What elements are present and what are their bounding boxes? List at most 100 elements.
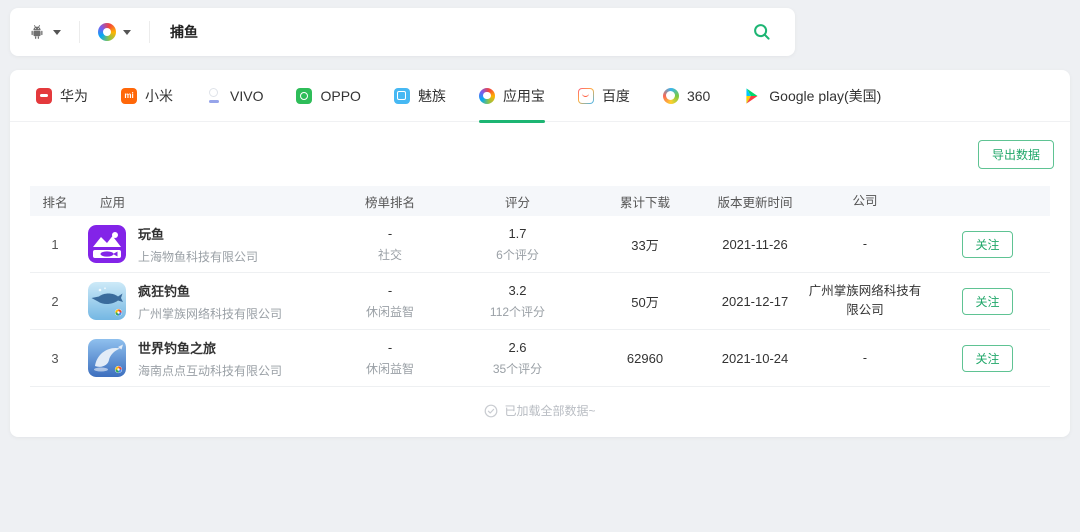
app-developer: 上海物鱼科技有限公司 xyxy=(138,249,259,264)
header-rating: 评分 xyxy=(504,195,530,210)
list-rank-cell: - 休闲益智 xyxy=(330,283,450,320)
category-label: 社交 xyxy=(377,247,402,262)
tab-label: OPPO xyxy=(320,87,361,104)
list-rank-cell: - 休闲益智 xyxy=(330,340,450,377)
store-select[interactable] xyxy=(80,23,149,41)
app-icon-wanyu xyxy=(88,225,126,263)
header-app: 应用 xyxy=(100,195,126,210)
tab-baidu[interactable]: 百度 xyxy=(578,70,630,122)
rank-cell: 2 xyxy=(51,293,59,309)
company-cell: 广州掌族网络科技有限公司 xyxy=(808,284,922,317)
header-updated: 版本更新时间 xyxy=(717,195,793,210)
header-downloads: 累计下载 xyxy=(619,195,670,210)
rating-cell: 3.2 112个评分 xyxy=(450,283,585,320)
tab-label: 应用宝 xyxy=(502,87,545,104)
company-cell: - xyxy=(862,236,868,251)
list-rank-value: - xyxy=(387,282,393,298)
rating-count: 112个评分 xyxy=(489,304,546,319)
app-developer: 广州掌族网络科技有限公司 xyxy=(138,306,283,321)
tab-label: VIVO xyxy=(230,87,264,104)
tab-360[interactable]: 360 xyxy=(662,70,711,122)
meizu-appstore-icon xyxy=(393,87,410,104)
check-circle-icon xyxy=(484,404,498,418)
search-bar xyxy=(10,8,795,56)
updated-cell: 2021-12-17 xyxy=(721,293,789,309)
search-icon[interactable] xyxy=(751,21,773,43)
rating-value: 3.2 xyxy=(508,282,527,298)
list-rank-value: - xyxy=(387,339,393,355)
company-cell: - xyxy=(862,350,868,365)
platform-select[interactable] xyxy=(10,23,79,41)
rank-cell: 1 xyxy=(51,236,59,252)
tab-vivo[interactable]: VIVO xyxy=(206,70,263,122)
chevron-down-icon xyxy=(123,29,131,35)
app-icon-shijiediaoyuzhilv xyxy=(88,339,126,377)
rating-cell: 1.7 6个评分 xyxy=(450,226,585,263)
vivo-appstore-icon xyxy=(206,87,222,104)
load-status: 已加载全部数据~ xyxy=(10,387,1070,434)
android-icon xyxy=(28,23,46,41)
app-name: 疯狂钓鱼 xyxy=(138,283,191,299)
tab-googleplay[interactable]: Google play(美国) xyxy=(743,70,881,122)
tab-label: 魅族 xyxy=(417,87,446,104)
oppo-appstore-icon xyxy=(296,87,313,104)
rating-cell: 2.6 35个评分 xyxy=(450,340,585,377)
rating-value: 1.7 xyxy=(508,225,527,241)
results-panel: 华为 mi 小米 VIVO OPPO 魅族 应用宝 百度 360 Google … xyxy=(10,70,1070,437)
table-row: 2 疯狂钓鱼 广州掌族网络科技有限公司 - 休闲益智 3.2 112个评分 50… xyxy=(30,273,1050,330)
table-row: 1 玩鱼 上海物鱼科技有限公司 - 社交 1.7 6个评分 33万 2021-1… xyxy=(30,216,1050,273)
huawei-appstore-icon xyxy=(36,87,52,104)
load-status-text: 已加载全部数据~ xyxy=(504,404,596,418)
app-cell[interactable]: 疯狂钓鱼 广州掌族网络科技有限公司 xyxy=(80,281,330,322)
downloads-cell: 33万 xyxy=(631,237,659,253)
updated-cell: 2021-10-24 xyxy=(721,350,789,366)
rating-count: 35个评分 xyxy=(492,361,543,376)
table-row: 3 世界钓鱼之旅 海南点点互动科技有限公司 - 休闲益智 2.6 35个评分 6… xyxy=(30,330,1050,387)
apps-table: 排名 应用 榜单排名 评分 累计下载 版本更新时间 公司 1 玩鱼 上海物鱼科技… xyxy=(30,186,1050,387)
follow-button[interactable]: 关注 xyxy=(962,230,1013,258)
app-name: 玩鱼 xyxy=(138,226,165,242)
header-company: 公司 xyxy=(852,193,878,208)
store-tabbar: 华为 mi 小米 VIVO OPPO 魅族 应用宝 百度 360 Google … xyxy=(10,70,1070,123)
tab-label: 小米 xyxy=(145,87,173,104)
follow-button[interactable]: 关注 xyxy=(962,344,1013,372)
yingyongbao-swirl-icon xyxy=(98,23,116,41)
chevron-down-icon xyxy=(53,29,61,35)
app-cell[interactable]: 玩鱼 上海物鱼科技有限公司 xyxy=(80,224,330,265)
tab-meizu[interactable]: 魅族 xyxy=(393,70,446,122)
export-data-button[interactable]: 导出数据 xyxy=(977,140,1054,169)
tab-label: Google play(美国) xyxy=(769,87,882,104)
rating-count: 6个评分 xyxy=(496,247,539,262)
list-rank-value: - xyxy=(387,225,393,241)
tab-label: 百度 xyxy=(601,87,630,104)
xiaomi-appstore-icon: mi xyxy=(121,87,137,104)
table-header: 排名 应用 榜单排名 评分 累计下载 版本更新时间 公司 xyxy=(30,186,1050,216)
tab-xiaomi[interactable]: mi 小米 xyxy=(121,70,173,122)
updated-cell: 2021-11-26 xyxy=(722,236,788,252)
header-rank: 排名 xyxy=(42,195,68,210)
app-cell[interactable]: 世界钓鱼之旅 海南点点互动科技有限公司 xyxy=(80,338,330,379)
search-input[interactable] xyxy=(170,24,751,40)
baidu-appstore-icon xyxy=(578,88,594,104)
category-label: 休闲益智 xyxy=(365,361,414,376)
tab-label: 华为 xyxy=(60,87,88,104)
header-list-rank: 榜单排名 xyxy=(364,195,415,210)
follow-button[interactable]: 关注 xyxy=(962,287,1013,315)
downloads-cell: 62960 xyxy=(626,350,664,366)
rating-value: 2.6 xyxy=(508,339,527,355)
tab-huawei[interactable]: 华为 xyxy=(36,70,88,122)
rank-cell: 3 xyxy=(51,350,59,366)
tab-oppo[interactable]: OPPO xyxy=(296,70,361,122)
toolbar: 导出数据 xyxy=(10,122,1070,186)
divider xyxy=(149,21,150,43)
tab-label: 360 xyxy=(686,87,711,104)
yingyongbao-swirl-icon xyxy=(478,87,495,104)
360-appstore-icon xyxy=(662,87,679,104)
app-name: 世界钓鱼之旅 xyxy=(138,340,217,356)
category-label: 休闲益智 xyxy=(365,304,414,319)
app-developer: 海南点点互动科技有限公司 xyxy=(138,363,283,378)
google-play-icon xyxy=(743,87,761,105)
tab-yingyongbao[interactable]: 应用宝 xyxy=(478,70,545,123)
list-rank-cell: - 社交 xyxy=(330,226,450,263)
downloads-cell: 50万 xyxy=(631,294,659,310)
